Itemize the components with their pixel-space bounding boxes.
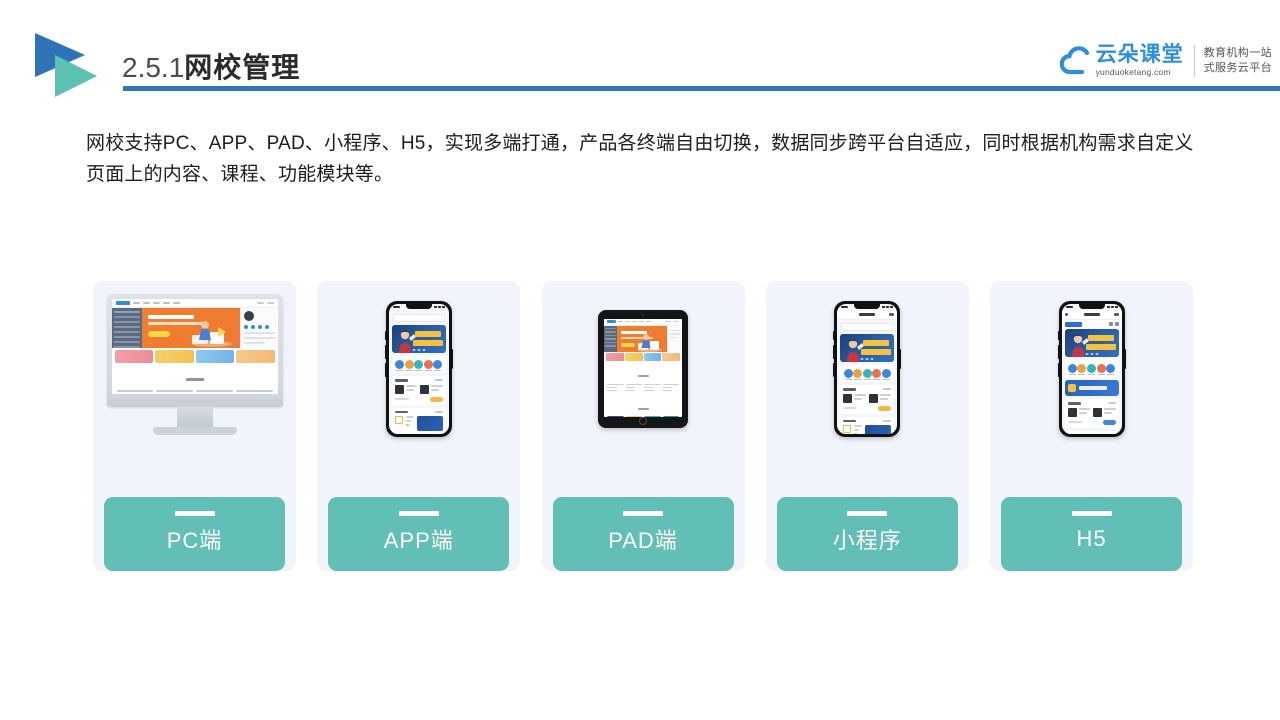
platform-label-text: APP端 [383,528,454,553]
platform-card-pc[interactable]: PC端 [93,281,296,571]
page-title: 2.5.1网校管理 [122,46,300,86]
cloud-icon [1059,44,1094,78]
platform-card-pad[interactable]: PAD端 [541,281,745,571]
platform-label-box-pad[interactable]: PAD端 [552,497,734,571]
slide-header: 2.5.1网校管理 云朵课堂 yunduoketang.com 教育机构一站 式… [0,0,1280,110]
brand-logo: 云朵课堂 yunduoketang.com 教育机构一站 式服务云平台 [1059,38,1272,84]
brand-name-en: yunduoketang.com [1095,67,1171,77]
platform-card-h5[interactable]: H5 [990,281,1193,571]
double-triangle-play-logo-icon [27,27,107,107]
brand-name-cn: 云朵课堂 [1095,43,1184,66]
label-dash-icon [398,511,439,516]
smartphone-icon [384,300,453,437]
label-dash-icon [1071,511,1112,516]
brand-divider [1193,45,1195,77]
smartphone-icon [833,300,902,437]
tablet-icon [598,309,688,428]
label-dash-icon [623,511,663,516]
section-title: 网校管理 [184,52,301,83]
platform-label-box-app[interactable]: APP端 [328,497,510,571]
platform-label-box-miniprogram[interactable]: 小程序 [776,497,958,571]
platform-label-box-h5[interactable]: H5 [1001,497,1182,571]
brand-tagline-line2: 式服务云平台 [1203,62,1272,74]
title-underline-rule [123,86,1280,91]
desktop-monitor-icon [106,293,283,444]
brand-tagline: 教育机构一站 式服务云平台 [1204,46,1272,76]
smartphone-icon [1057,300,1126,437]
label-dash-icon [174,511,215,516]
platform-card-list: PC端 APP端 PAD端 小程序 H5 [93,281,1193,571]
platform-label-box-pc[interactable]: PC端 [104,497,285,571]
device-illustration-app [317,281,520,456]
platform-label-text: H5 [1076,526,1107,551]
platform-label-text: PC端 [166,528,223,553]
brand-tagline-line1: 教育机构一站 [1203,47,1272,59]
device-illustration-h5 [990,281,1193,456]
device-illustration-desktop [93,281,296,456]
brand-names: 云朵课堂 yunduoketang.com [1096,44,1184,78]
section-number: 2.5.1 [122,52,185,83]
platform-card-app[interactable]: APP端 [317,281,521,571]
platform-label-text: 小程序 [832,528,902,553]
body-paragraph: 网校支持PC、APP、PAD、小程序、H5，实现多端打通，产品各终端自由切换，数… [86,133,1194,185]
device-illustration-miniprogram [766,281,969,456]
device-illustration-tablet [542,281,745,456]
platform-card-miniprogram[interactable]: 小程序 [765,281,969,571]
label-dash-icon [847,511,888,516]
platform-label-text: PAD端 [608,528,678,553]
